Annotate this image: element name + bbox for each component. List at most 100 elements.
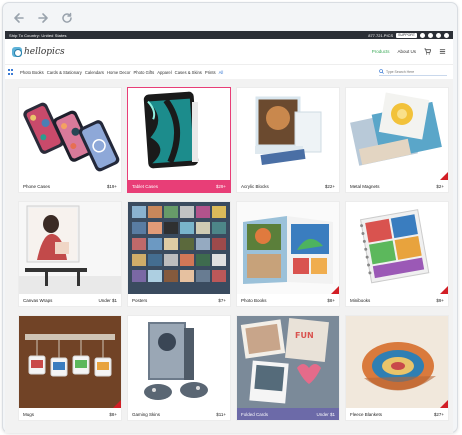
pinterest-icon[interactable] — [436, 32, 441, 38]
brand-logo[interactable]: hellopics — [12, 46, 65, 57]
category-photo-gifts[interactable]: Photo Gifts — [134, 70, 155, 75]
product-name: Mugs — [23, 411, 35, 417]
ribbon-corner — [440, 400, 448, 408]
browser-toolbar — [3, 3, 457, 33]
product-name: Folded Cards — [241, 411, 269, 417]
forward-arrow-icon[interactable] — [36, 11, 50, 25]
search-input[interactable] — [386, 69, 446, 74]
nav-products[interactable]: Products — [372, 49, 390, 54]
ship-to-country[interactable]: Ship To Country: United States — [9, 33, 67, 38]
ribbon-corner — [440, 286, 448, 294]
brand-name: hellopics — [24, 46, 65, 57]
product-bar: Mugs $8+ — [19, 408, 121, 420]
product-card-mugs[interactable]: Mugs $8+ — [18, 315, 122, 421]
product-card-gaming-skins[interactable]: Gaming Skins $11+ — [127, 315, 231, 421]
product-name: Acrylic Blocks — [241, 183, 269, 189]
product-image — [128, 202, 230, 294]
ship-to-value: United States — [41, 32, 67, 38]
product-image: FUN — [237, 316, 339, 408]
product-name: Posters — [132, 297, 148, 303]
product-bar: Photo Books $8+ — [237, 294, 339, 306]
category-home-decor[interactable]: Home Decor — [107, 70, 131, 75]
product-image — [346, 88, 448, 180]
product-image — [237, 88, 339, 180]
product-bar: Metal Magnets $2+ — [346, 180, 448, 192]
category-nav: Photo Books Cards & Stationary Calendars… — [5, 65, 453, 79]
category-photo-books[interactable]: Photo Books — [20, 70, 44, 75]
search-icon — [379, 69, 384, 74]
twitter-icon[interactable] — [428, 32, 433, 38]
product-card-acrylic-blocks[interactable]: Acrylic Blocks $22+ — [236, 87, 340, 193]
search-box[interactable] — [379, 68, 447, 76]
nav-about[interactable]: About Us — [397, 49, 416, 54]
ship-to-label: Ship To Country: — [9, 32, 41, 38]
product-image — [346, 316, 448, 408]
product-price: Under $1 — [98, 297, 117, 303]
category-calendars[interactable]: Calendars — [85, 70, 104, 75]
grid-view-icon[interactable] — [8, 69, 14, 75]
product-name: Photo Books — [241, 297, 267, 303]
ribbon-corner — [331, 286, 339, 294]
category-all[interactable]: All — [219, 70, 224, 75]
phone-number: 877.721.PICS — [368, 32, 394, 38]
product-card-canvas-wraps[interactable]: Canvas Wraps Under $1 — [18, 201, 122, 307]
product-price: $7+ — [218, 297, 226, 303]
product-card-folded-cards[interactable]: FUN Folded Cards Under $1 — [236, 315, 340, 421]
product-card-fleece-blankets[interactable]: Fleece Blankets $27+ — [345, 315, 449, 421]
logo-icon — [12, 46, 22, 57]
product-price: $29+ — [215, 183, 226, 189]
product-name: Phone Cases — [23, 183, 51, 189]
cart-icon[interactable] — [424, 48, 431, 55]
product-image — [19, 202, 121, 294]
product-bar: Posters $7+ — [128, 294, 230, 306]
product-price: $8+ — [109, 411, 117, 417]
product-price: $2+ — [436, 183, 444, 189]
product-price: $11+ — [216, 411, 226, 417]
product-card-tablet-cases[interactable]: Tablet Cases $29+ — [127, 87, 231, 193]
product-image — [128, 316, 230, 408]
product-bar: Folded Cards Under $1 — [237, 408, 339, 420]
ribbon-corner — [440, 172, 448, 180]
category-apparel[interactable]: Apparel — [157, 70, 171, 75]
reload-icon[interactable] — [60, 11, 74, 25]
product-bar: Acrylic Blocks $22+ — [237, 180, 339, 192]
product-bar: Phone Cases $19+ — [19, 180, 121, 192]
product-card-minibooks[interactable]: Minibooks $9+ — [345, 201, 449, 307]
product-bar: Minibooks $9+ — [346, 294, 448, 306]
product-card-phone-cases[interactable]: Phone Cases $19+ — [18, 87, 122, 193]
product-name: Tablet Cases — [132, 183, 159, 189]
product-card-posters[interactable]: Posters $7+ — [127, 201, 231, 307]
product-price: $8+ — [327, 297, 335, 303]
product-price: $9+ — [436, 297, 444, 303]
support-button[interactable]: SUPPORT — [396, 32, 417, 38]
product-name: Fleece Blankets — [350, 411, 383, 417]
facebook-icon[interactable] — [420, 32, 425, 38]
product-image — [19, 88, 121, 180]
product-bar: Fleece Blankets $27+ — [346, 408, 448, 420]
product-card-photo-books[interactable]: Photo Books $8+ — [236, 201, 340, 307]
product-card-metal-magnets[interactable]: Metal Magnets $2+ — [345, 87, 449, 193]
svg-text:FUN: FUN — [295, 331, 314, 340]
product-price: Under $1 — [316, 411, 335, 417]
product-price: $22+ — [324, 183, 335, 189]
instagram-icon[interactable] — [444, 32, 449, 38]
menu-icon[interactable] — [439, 48, 446, 55]
product-name: Gaming Skins — [132, 411, 161, 417]
category-cards-stationary[interactable]: Cards & Stationary — [47, 70, 82, 75]
site-header: hellopics Products About Us — [5, 39, 453, 65]
category-prints[interactable]: Prints — [205, 70, 216, 75]
product-image — [346, 202, 448, 294]
product-bar: Gaming Skins $11+ — [128, 408, 230, 420]
product-image — [19, 316, 121, 408]
product-name: Canvas Wraps — [23, 297, 53, 303]
utility-bar: Ship To Country: United States 877.721.P… — [5, 31, 453, 39]
category-cases-skins[interactable]: Cases & Skins — [175, 70, 202, 75]
product-image — [128, 88, 230, 180]
product-image — [237, 202, 339, 294]
product-price: $19+ — [106, 183, 117, 189]
product-bar: Canvas Wraps Under $1 — [19, 294, 121, 306]
product-name: Minibooks — [350, 297, 371, 303]
ribbon-corner — [113, 400, 121, 408]
back-arrow-icon[interactable] — [12, 11, 26, 25]
product-bar: Tablet Cases $29+ — [128, 180, 230, 192]
